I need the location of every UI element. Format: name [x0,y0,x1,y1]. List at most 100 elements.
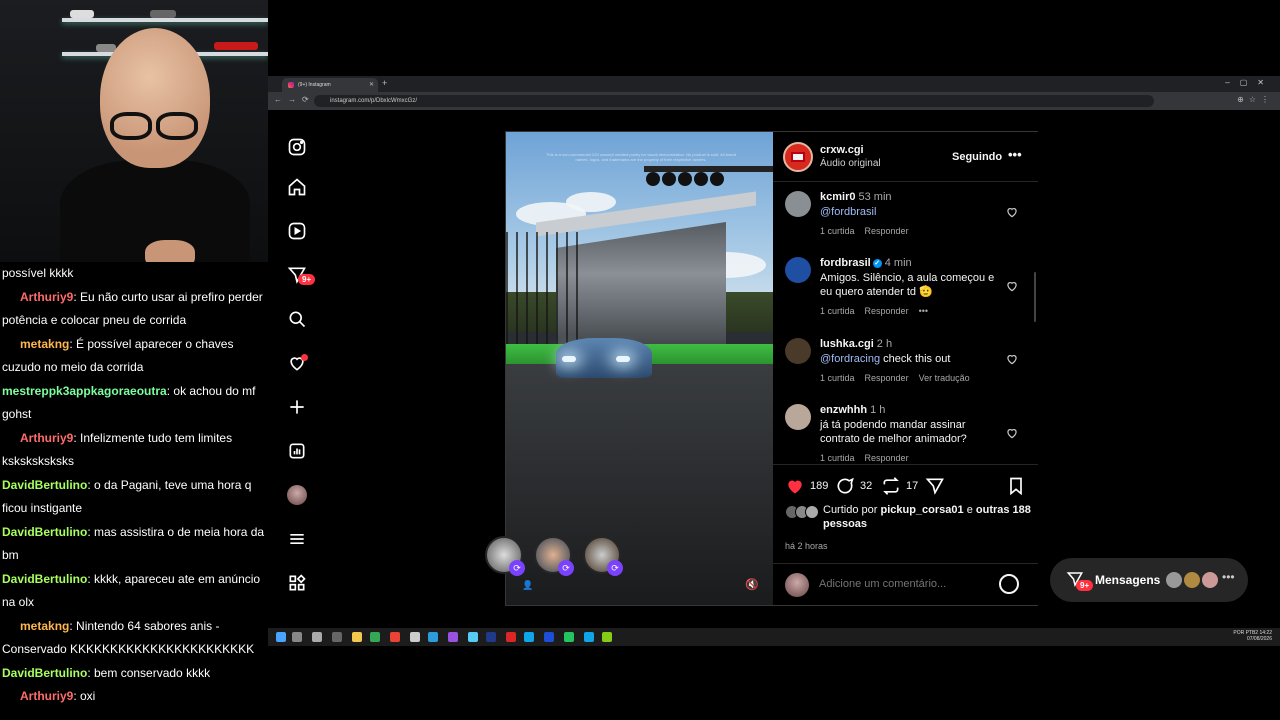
streamer-glasses [104,112,200,142]
apps-grid-icon[interactable] [282,568,312,598]
home-icon[interactable] [282,172,312,202]
verified-badge-icon: ✓ [872,258,882,268]
streamer-hand [145,240,195,262]
like-button[interactable]: 189 [785,476,828,496]
tab-instagram[interactable]: (9+) Instagram ✕ [282,78,378,92]
comment-mention[interactable]: @fordbrasil [820,206,876,218]
comment-extra[interactable]: Ver tradução [919,373,970,383]
notifications-heart-icon[interactable] [282,348,312,378]
post-time: há 2 horas [785,541,828,551]
comment-icon [837,477,854,494]
liked-by-user[interactable]: pickup_corsa01 [880,504,963,516]
repost-avatar[interactable]: ⟳ [534,536,574,576]
dashboard-icon[interactable] [282,436,312,466]
chat-username[interactable]: DavidBertulino [2,525,87,539]
repost-button[interactable]: 17 [881,476,918,496]
system-tray[interactable]: POR PTB2 14:22 07/08/2026 [1233,630,1272,642]
chat-username[interactable]: mestreppk3appkagoraeoutra [2,384,167,398]
search-icon[interactable] [282,304,312,334]
chat-username[interactable]: DavidBertulino [2,666,87,680]
comment-likes[interactable]: 1 curtida [820,226,855,236]
comment-meta: 1 curtida Responder [820,226,919,236]
tab-title: (9+) Instagram [298,82,331,88]
comment-username[interactable]: fordbrasil ✓ 4 min [820,257,912,269]
window-controls[interactable]: –▢✕ [1225,78,1274,87]
address-bar-row: ←→⟳ instagram.com/p/DbxlcWmxcGz/ ⊕☆⋮ [268,92,1280,110]
liked-by-prefix: Curtido por [823,504,881,516]
chat-username[interactable]: DavidBertulino [2,572,87,586]
comment-username[interactable]: kcmir0 53 min [820,191,892,203]
video-disclaimer: This is a non-commercial CGI concept cre… [546,152,736,162]
emoji-picker-icon[interactable] [999,574,1019,594]
comment-reply-button[interactable]: Responder [865,373,909,383]
comment-reply-button[interactable]: Responder [865,453,909,463]
share-button[interactable] [925,476,945,496]
author-avatar[interactable] [783,142,813,172]
comment-time: 4 min [884,257,912,269]
messages-more-icon[interactable]: ••• [1222,570,1235,584]
post-video[interactable]: This is a non-commercial CGI concept cre… [506,132,773,605]
comment-likes[interactable]: 1 curtida [820,453,855,463]
comment-username[interactable]: lushka.cgi 2 h [820,338,892,350]
comment-time: 2 h [876,338,893,350]
following-button[interactable]: Seguindo [952,151,1002,163]
comment-like-heart-icon[interactable] [1005,352,1019,366]
chat-message: Arthuriy9: Infelizmente tudo tem limites… [0,427,268,474]
heart-filled-icon [788,480,802,494]
chat-username[interactable]: metakng [20,619,69,633]
menu-icon[interactable] [282,524,312,554]
comments-scrollbar[interactable] [1034,272,1036,322]
comment-like-heart-icon[interactable] [1005,205,1019,219]
tagged-people-icon[interactable]: 👤 [522,580,533,591]
new-tab-button[interactable]: + [382,78,387,88]
instagram-logo-icon[interactable] [282,132,312,162]
create-plus-icon[interactable] [282,392,312,422]
reels-icon[interactable] [282,216,312,246]
author-username[interactable]: crxw.cgi [820,144,864,156]
chat-username[interactable]: Arthuriy9 [20,290,73,304]
chat-username[interactable]: metakng [20,337,69,351]
tab-bar: (9+) Instagram ✕ + –▢✕ [268,76,1280,92]
comment-reply-button[interactable]: Responder [865,226,909,236]
comment-avatar[interactable] [785,404,811,430]
navigation-buttons[interactable]: ←→⟳ [274,95,315,104]
save-button[interactable] [1006,476,1026,496]
browser-toolbar-icons[interactable]: ⊕☆⋮ [1237,95,1274,104]
chat-username[interactable]: DavidBertulino [2,478,87,492]
comment-like-heart-icon[interactable] [1005,426,1019,440]
mute-icon[interactable]: 🔇 [745,578,759,591]
comment-text: @fordracing check this out [820,353,951,365]
comment-text: Amigos. Silêncio, a aula começou e eu qu… [820,272,995,298]
chat-username[interactable]: Arthuriy9 [20,431,73,445]
chat-username[interactable]: Arthuriy9 [20,689,73,703]
more-options-icon[interactable]: ••• [1008,147,1022,162]
audio-label[interactable]: Áudio original [820,158,881,169]
comment-reply-button[interactable]: Responder [865,306,909,316]
instagram-page: 9+ This is a non-commercial CGI concept … [268,110,1280,628]
comment-avatar[interactable] [785,338,811,364]
direct-messages-icon[interactable]: 9+ [282,260,316,290]
repost-avatar[interactable]: ⟳ [583,536,623,576]
comment-likes[interactable]: 1 curtida [820,306,855,316]
screen: possível kkkk Arthuriy9: Eu não curto usa… [0,0,1280,720]
comment-input[interactable] [819,578,989,590]
comment-button[interactable]: 32 [835,476,872,496]
profile-avatar[interactable] [282,480,312,510]
chat-message: Arthuriy9: oxi [0,685,268,709]
post-actions: 189 32 17 Curtido por pickup_corsa01 e o… [773,464,1038,605]
comments-count: 32 [860,480,873,492]
comment-text: @fordbrasil [820,205,1000,219]
comment-like-heart-icon[interactable] [1005,279,1019,293]
notification-dot [301,354,308,361]
url-field[interactable]: instagram.com/p/DbxlcWmxcGz/ [314,95,1154,107]
comment-likes[interactable]: 1 curtida [820,373,855,383]
stream-chat: possível kkkk Arthuriy9: Eu não curto usa… [0,262,268,720]
comment-avatar[interactable] [785,191,811,217]
comment-extra[interactable]: ••• [919,306,928,316]
messages-pill[interactable]: 9+ Mensagens ••• [1050,558,1248,602]
comment-avatar[interactable] [785,257,811,283]
comment-username[interactable]: enzwhhh 1 h [820,404,885,416]
repost-avatar[interactable]: ⟳ [485,536,525,576]
close-tab-icon[interactable]: ✕ [369,81,374,88]
comment-mention[interactable]: @fordracing [820,353,880,365]
